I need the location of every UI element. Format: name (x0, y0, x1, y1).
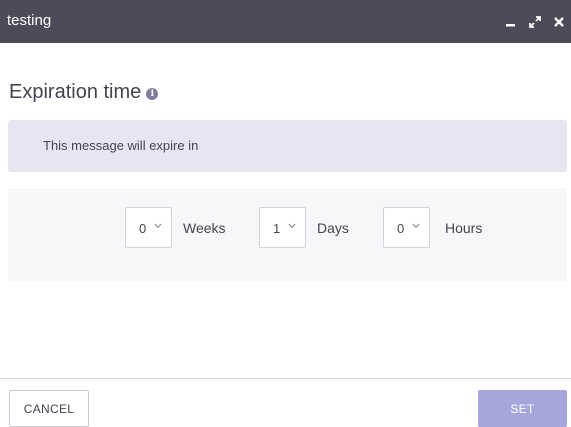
close-icon[interactable] (547, 10, 571, 34)
chevron-down-icon (154, 223, 162, 229)
weeks-label: Weeks (183, 220, 226, 236)
expand-icon[interactable] (523, 10, 547, 34)
chevron-down-icon (288, 223, 296, 229)
hours-value: 0 (397, 221, 405, 236)
days-select[interactable]: 1 (259, 207, 306, 248)
weeks-select[interactable]: 0 (125, 207, 172, 248)
days-label: Days (317, 220, 349, 236)
minimize-icon[interactable] (499, 10, 523, 34)
section-heading: Expiration time i (9, 81, 159, 104)
chevron-down-icon (412, 223, 420, 229)
weeks-value: 0 (139, 221, 147, 236)
info-icon[interactable]: i (146, 88, 159, 100)
footer-divider (0, 378, 571, 379)
set-button[interactable]: SET (478, 390, 567, 427)
heading-text: Expiration time (9, 81, 142, 103)
window-controls (499, 0, 571, 43)
duration-picker: 0 Weeks 1 Days 0 Hours (8, 188, 567, 281)
window-title: testing (7, 12, 52, 29)
title-bar: testing (0, 0, 571, 43)
dialog-window: testing Expiration time i This message w… (0, 0, 571, 427)
hours-label: Hours (445, 220, 483, 236)
expire-notice: This message will expire in (8, 120, 567, 172)
days-value: 1 (273, 221, 281, 236)
notice-text: This message will expire in (43, 138, 199, 153)
hours-select[interactable]: 0 (383, 207, 430, 248)
cancel-button[interactable]: CANCEL (9, 390, 89, 427)
